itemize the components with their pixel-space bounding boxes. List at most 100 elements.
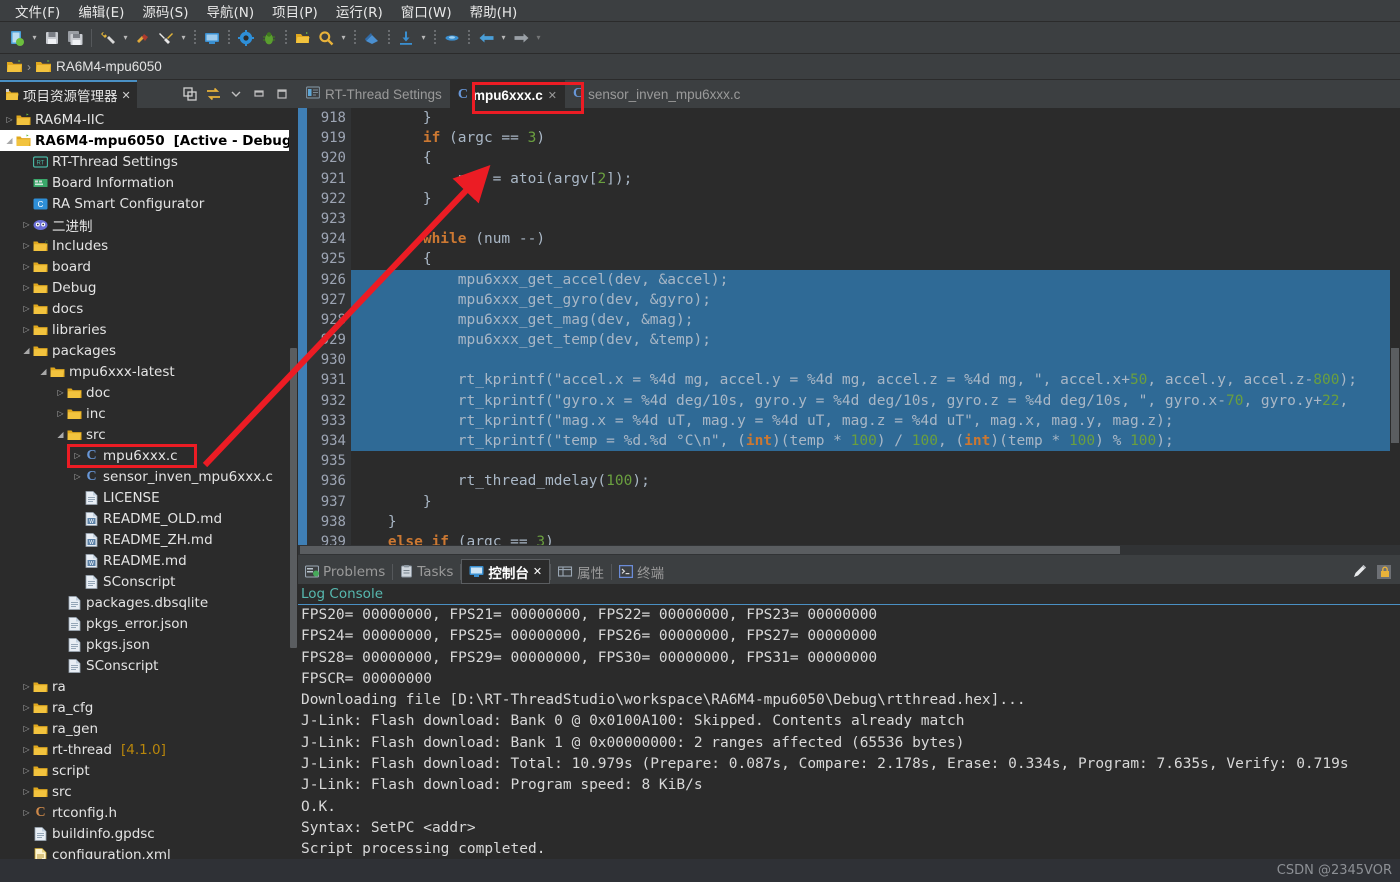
- save-all-icon[interactable]: [64, 26, 86, 50]
- toolbar-grip-4[interactable]: [354, 29, 356, 46]
- tree-row[interactable]: ▷ ra_gen: [0, 718, 298, 739]
- debug-icon[interactable]: [132, 26, 154, 50]
- tree-row[interactable]: SConscript: [0, 655, 298, 676]
- expand-arrow-open-icon[interactable]: ◢: [4, 136, 15, 145]
- clear-console-icon[interactable]: [1350, 562, 1370, 582]
- search-dropdown-icon[interactable]: ▾: [338, 26, 349, 50]
- tree-row[interactable]: ▷ script: [0, 760, 298, 781]
- tree-row[interactable]: Board Information: [0, 172, 298, 193]
- search-icon[interactable]: [315, 26, 337, 50]
- tree-row[interactable]: ▷ libraries: [0, 319, 298, 340]
- tree-row[interactable]: W README.md: [0, 550, 298, 571]
- code-line[interactable]: }: [351, 492, 1400, 512]
- expand-arrow-closed-icon[interactable]: ▷: [72, 472, 83, 481]
- toolbar-grip-2[interactable]: [228, 29, 230, 46]
- expand-arrow-closed-icon[interactable]: ▷: [21, 262, 32, 271]
- code-line[interactable]: {: [351, 249, 1400, 269]
- code-line[interactable]: num = atoi(argv[2]);: [351, 169, 1400, 189]
- editor-horizontal-scrollbar[interactable]: [298, 545, 1400, 555]
- code-line[interactable]: rt_kprintf("temp = %d.%d °C\n", (int)(te…: [351, 431, 1400, 452]
- console-tab-3[interactable]: 属性: [551, 559, 611, 584]
- package-icon[interactable]: [361, 26, 383, 50]
- console-tab-2[interactable]: 控制台 ✕: [461, 559, 551, 584]
- download-icon[interactable]: [395, 26, 417, 50]
- code-line[interactable]: else if (argc == 3): [351, 532, 1400, 545]
- tree-row[interactable]: ▷ Csensor_inven_mpu6xxx.c: [0, 466, 298, 487]
- menu-item-6[interactable]: 窗口(W): [392, 0, 461, 23]
- back-arrow-icon[interactable]: [475, 26, 497, 50]
- tree-row[interactable]: ▷ ra: [0, 676, 298, 697]
- minimize-icon[interactable]: [249, 84, 269, 104]
- editor-tab-0[interactable]: RT-Thread Settings: [298, 80, 450, 108]
- editor-vertical-scrollbar[interactable]: [1390, 108, 1400, 545]
- expand-arrow-closed-icon[interactable]: ▷: [21, 682, 32, 691]
- expand-arrow-closed-icon[interactable]: ▷: [55, 409, 66, 418]
- project-tree[interactable]: ▷ RA6M4-IIC ◢ RA6M4-mpu6050 [Active - Debug]…: [0, 108, 298, 859]
- toolbar-grip-5[interactable]: [388, 29, 390, 46]
- tree-row[interactable]: packages.dbsqlite: [0, 592, 298, 613]
- toolbar-grip-3[interactable]: [285, 29, 287, 46]
- open-folder-icon[interactable]: [292, 26, 314, 50]
- code-line[interactable]: }: [351, 189, 1400, 209]
- tree-row[interactable]: RT RT-Thread Settings: [0, 151, 298, 172]
- code-line[interactable]: }: [351, 512, 1400, 532]
- expand-arrow-closed-icon[interactable]: ▷: [21, 724, 32, 733]
- console-tab-1[interactable]: Tasks: [393, 559, 460, 584]
- lock-scroll-icon[interactable]: [1374, 562, 1394, 582]
- tree-row[interactable]: ▷ ra_cfg: [0, 697, 298, 718]
- code-line[interactable]: {: [351, 148, 1400, 168]
- tab-project-explorer[interactable]: 项目资源管理器 ✕: [0, 80, 137, 108]
- console-tab-close-icon[interactable]: ✕: [533, 565, 542, 578]
- tree-row[interactable]: ▷ docs: [0, 298, 298, 319]
- tree-row[interactable]: ▷ rt-thread [4.1.0]: [0, 739, 298, 760]
- expand-arrow-open-icon[interactable]: ◢: [55, 430, 66, 439]
- bug-icon[interactable]: [258, 26, 280, 50]
- code-line[interactable]: rt_kprintf("gyro.x = %4d deg/10s, gyro.y…: [351, 390, 1400, 411]
- code-line[interactable]: rt_kprintf("accel.x = %4d mg, accel.y = …: [351, 370, 1400, 391]
- tree-row[interactable]: W README_ZH.md: [0, 529, 298, 550]
- expand-arrow-open-icon[interactable]: ◢: [38, 367, 49, 376]
- console-icon[interactable]: [201, 26, 223, 50]
- pin-icon[interactable]: [441, 26, 463, 50]
- save-icon[interactable]: [41, 26, 63, 50]
- tree-row[interactable]: C RA Smart Configurator: [0, 193, 298, 214]
- code-line[interactable]: [351, 350, 1400, 371]
- expand-arrow-closed-icon[interactable]: ▷: [21, 766, 32, 775]
- forward-arrow-icon[interactable]: [510, 26, 532, 50]
- tree-row[interactable]: buildinfo.gpdsc: [0, 823, 298, 844]
- tree-row[interactable]: ◢ packages: [0, 340, 298, 361]
- tree-row[interactable]: LICENSE: [0, 487, 298, 508]
- expand-arrow-closed-icon[interactable]: ▷: [21, 703, 32, 712]
- code-line[interactable]: if (argc == 3): [351, 128, 1400, 148]
- console-tab-4[interactable]: 终端: [612, 559, 671, 584]
- code-text-area[interactable]: } if (argc == 3) { num = atoi(argv[2]); …: [351, 108, 1400, 545]
- code-line[interactable]: [351, 451, 1400, 471]
- expand-arrow-closed-icon[interactable]: ▷: [72, 451, 83, 460]
- menu-item-0[interactable]: 文件(F): [6, 0, 69, 23]
- expand-arrow-closed-icon[interactable]: ▷: [21, 808, 32, 817]
- expand-arrow-closed-icon[interactable]: ▷: [21, 220, 32, 229]
- download-dropdown-icon[interactable]: ▾: [418, 26, 429, 50]
- tree-row-selected[interactable]: ◢ RA6M4-mpu6050 [Active - Debug]: [0, 130, 298, 151]
- menu-item-2[interactable]: 源码(S): [133, 0, 197, 23]
- settings-gear-icon[interactable]: [235, 26, 257, 50]
- code-line[interactable]: mpu6xxx_get_temp(dev, &temp);: [351, 330, 1400, 351]
- new-file-icon[interactable]: [6, 26, 28, 50]
- code-editor[interactable]: 918 919 920 921 922 923 924 925 926 927 928 929 930 9…: [298, 108, 1400, 545]
- expand-arrow-closed-icon[interactable]: ▷: [21, 241, 32, 250]
- tree-row[interactable]: W README_OLD.md: [0, 508, 298, 529]
- code-line[interactable]: mpu6xxx_get_gyro(dev, &gyro);: [351, 289, 1400, 310]
- tree-row[interactable]: ▷ doc: [0, 382, 298, 403]
- tree-scrollbar[interactable]: [289, 108, 298, 859]
- maximize-icon[interactable]: [272, 84, 292, 104]
- view-menu-icon[interactable]: [226, 84, 246, 104]
- expand-arrow-closed-icon[interactable]: ▷: [21, 304, 32, 313]
- build-dropdown-icon[interactable]: ▾: [120, 26, 131, 50]
- expand-arrow-closed-icon[interactable]: ▷: [55, 388, 66, 397]
- expand-arrow-closed-icon[interactable]: ▷: [4, 115, 15, 124]
- build-tools-dropdown-icon[interactable]: ▾: [178, 26, 189, 50]
- tree-row[interactable]: ▷ board: [0, 256, 298, 277]
- workspace-icon[interactable]: [6, 59, 23, 74]
- collapse-all-icon[interactable]: [180, 84, 200, 104]
- tree-row[interactable]: configuration.xml: [0, 844, 298, 859]
